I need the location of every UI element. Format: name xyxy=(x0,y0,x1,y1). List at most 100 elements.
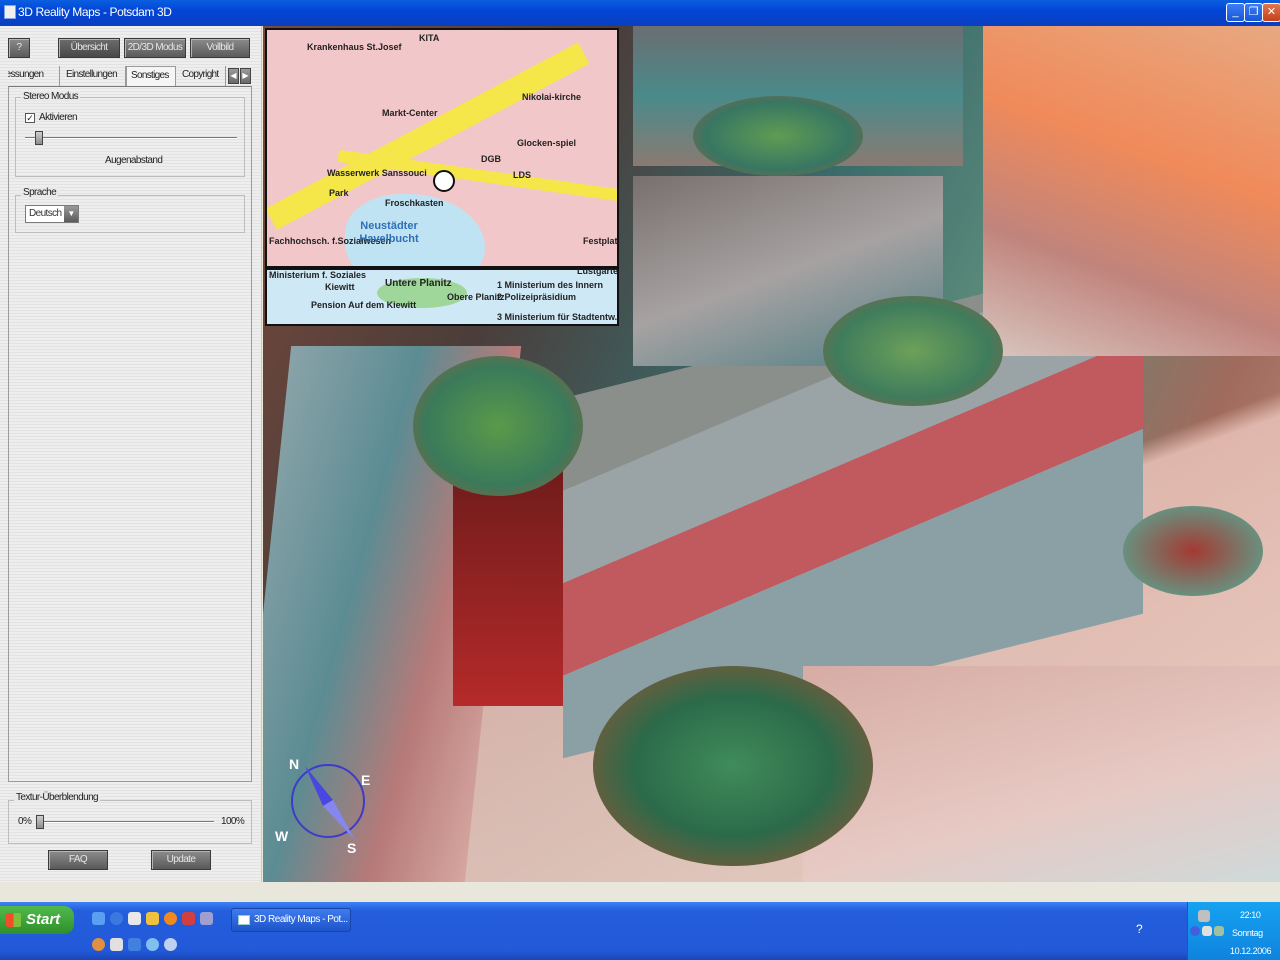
window-icon xyxy=(238,915,250,925)
app-icon[interactable] xyxy=(182,912,195,925)
clock-day: Sonntag xyxy=(1232,928,1263,938)
tree-cluster xyxy=(413,356,583,496)
volume-icon[interactable] xyxy=(1202,926,1212,936)
map-label: Lustgarten xyxy=(577,266,619,276)
taskbar: Start 3D Reality Maps - Pot... ? 22:10 S… xyxy=(0,902,1280,960)
network-icon[interactable] xyxy=(1198,910,1210,922)
texture-group-label: Textur-Überblendung xyxy=(14,792,100,803)
map-label: Froschkasten xyxy=(385,198,444,208)
map-label: Nikolai-kirche xyxy=(522,92,582,102)
map-label: Glocken-spiel xyxy=(517,138,577,148)
tree-cluster xyxy=(693,96,863,176)
map-label: Festplatz xyxy=(583,236,619,246)
tree-cluster xyxy=(593,666,873,866)
faq-button[interactable]: FAQ xyxy=(48,850,108,870)
app-icon[interactable] xyxy=(110,938,123,951)
stereo-checkbox-label: Aktivieren xyxy=(39,112,78,123)
map-label: 3 Ministerium für Stadtentw. xyxy=(497,312,618,322)
clock-date: 10.12.2006 xyxy=(1230,946,1272,956)
tab-pane: Stereo Modus ✓ Aktivieren Augenabstand S… xyxy=(8,86,252,782)
texture-min-label: 0% xyxy=(18,816,32,827)
tab-miscellaneous[interactable]: Sonstiges xyxy=(126,66,176,86)
app-icon xyxy=(4,5,16,19)
compass-north-label: N xyxy=(289,756,300,772)
tab-scroll-left-icon[interactable]: ◀ xyxy=(228,68,239,84)
tab-copyright[interactable]: Copyright xyxy=(178,66,226,86)
language-group-label: Sprache xyxy=(21,187,59,198)
overview-button[interactable]: Übersicht xyxy=(58,38,120,58)
compass-west-label: W xyxy=(275,828,289,844)
start-label: Start xyxy=(26,911,61,928)
tab-measurements[interactable]: Messungen xyxy=(8,66,60,86)
2d-3d-mode-button[interactable]: 2D/3D Modus xyxy=(124,38,186,58)
taskbar-window-label: 3D Reality Maps - Pot... xyxy=(254,914,348,925)
tree-cluster xyxy=(1123,506,1263,596)
map-label: KITA xyxy=(419,33,440,43)
3d-map-viewport[interactable]: Krankenhaus St.Josef KITA Markt-Center N… xyxy=(263,26,1280,882)
close-button[interactable]: ✕ xyxy=(1262,3,1280,22)
internet-explorer-icon[interactable] xyxy=(110,912,123,925)
compass-south-label: S xyxy=(347,840,357,856)
street xyxy=(803,666,1280,882)
camera-position-icon xyxy=(433,170,455,192)
taskbar-window-button[interactable]: 3D Reality Maps - Pot... xyxy=(231,908,351,932)
map-label: Pension Auf dem Kiewitt xyxy=(311,300,417,310)
map-label: 2 Polizeipräsidium xyxy=(497,292,577,302)
tray-app-icon[interactable] xyxy=(1214,926,1224,936)
language-select-value: Deutsch xyxy=(29,208,62,219)
clock-time[interactable]: 22:10 xyxy=(1240,910,1261,920)
map-label: Obere Planitz xyxy=(447,292,505,302)
eye-distance-slider-thumb[interactable] xyxy=(35,131,44,145)
windows-flag-icon xyxy=(6,913,21,927)
help-button[interactable]: ? xyxy=(8,38,30,58)
map-label: Krankenhaus St.Josef xyxy=(307,42,402,52)
language-select[interactable]: Deutsch ▼ xyxy=(25,205,79,223)
folder-icon[interactable] xyxy=(146,912,159,925)
notepad-icon[interactable] xyxy=(128,912,141,925)
show-desktop-icon[interactable] xyxy=(92,912,105,925)
app-icon[interactable] xyxy=(164,938,177,951)
maximize-button[interactable]: ❐ xyxy=(1244,3,1263,22)
island-label: Untere Planitz xyxy=(385,278,452,289)
app-icon[interactable] xyxy=(92,938,105,951)
tree-cluster xyxy=(823,296,1003,406)
control-panel: ? Übersicht 2D/3D Modus Vollbild Messung… xyxy=(0,26,262,882)
map-label: 1 Ministerium des Innern xyxy=(497,280,604,290)
help-icon[interactable]: ? xyxy=(1136,922,1143,936)
app-icon[interactable] xyxy=(200,912,213,925)
map-label: Kiewitt xyxy=(325,282,355,292)
tab-settings[interactable]: Einstellungen xyxy=(62,66,126,86)
bluetooth-icon[interactable] xyxy=(1190,926,1200,936)
update-button[interactable]: Update xyxy=(151,850,211,870)
eye-distance-label: Augenabstand xyxy=(105,155,163,166)
status-strip xyxy=(0,882,1280,902)
map-label: DGB xyxy=(481,154,501,164)
overview-minimap[interactable]: Krankenhaus St.Josef KITA Markt-Center N… xyxy=(265,28,619,326)
minimize-button[interactable]: _ xyxy=(1226,3,1245,22)
map-label: Markt-Center xyxy=(382,108,438,118)
firefox-icon[interactable] xyxy=(164,912,177,925)
app-icon[interactable] xyxy=(146,938,159,951)
tab-strip: Messungen Einstellungen Sonstiges Copyri… xyxy=(8,66,252,86)
eye-distance-slider-track[interactable] xyxy=(25,137,237,139)
app-icon[interactable] xyxy=(128,938,141,951)
map-label: LDS xyxy=(513,170,531,180)
compass[interactable]: N E S W xyxy=(275,756,373,856)
chevron-down-icon[interactable]: ▼ xyxy=(64,206,78,222)
tab-scroll-right-icon[interactable]: ▶ xyxy=(240,68,251,84)
map-label: Wasserwerk Sanssouci xyxy=(327,168,427,178)
orange-roof-building xyxy=(983,26,1280,356)
compass-east-label: E xyxy=(361,772,371,788)
window-title: 3D Reality Maps - Potsdam 3D xyxy=(18,5,172,19)
stereo-group-label: Stereo Modus xyxy=(21,91,81,102)
map-label: Ministerium f. Soziales xyxy=(269,270,367,280)
texture-slider-thumb[interactable] xyxy=(36,815,44,829)
map-label: Park xyxy=(329,188,349,198)
stereo-checkbox[interactable]: ✓ xyxy=(25,113,35,123)
lake-label: Neustädter Havelbucht xyxy=(359,220,419,245)
fullscreen-button[interactable]: Vollbild xyxy=(190,38,250,58)
texture-max-label: 100% xyxy=(221,816,245,827)
title-bar: 3D Reality Maps - Potsdam 3D _ ❐ ✕ xyxy=(0,0,1280,26)
texture-slider-track[interactable] xyxy=(36,821,214,823)
start-button[interactable]: Start xyxy=(0,906,74,934)
